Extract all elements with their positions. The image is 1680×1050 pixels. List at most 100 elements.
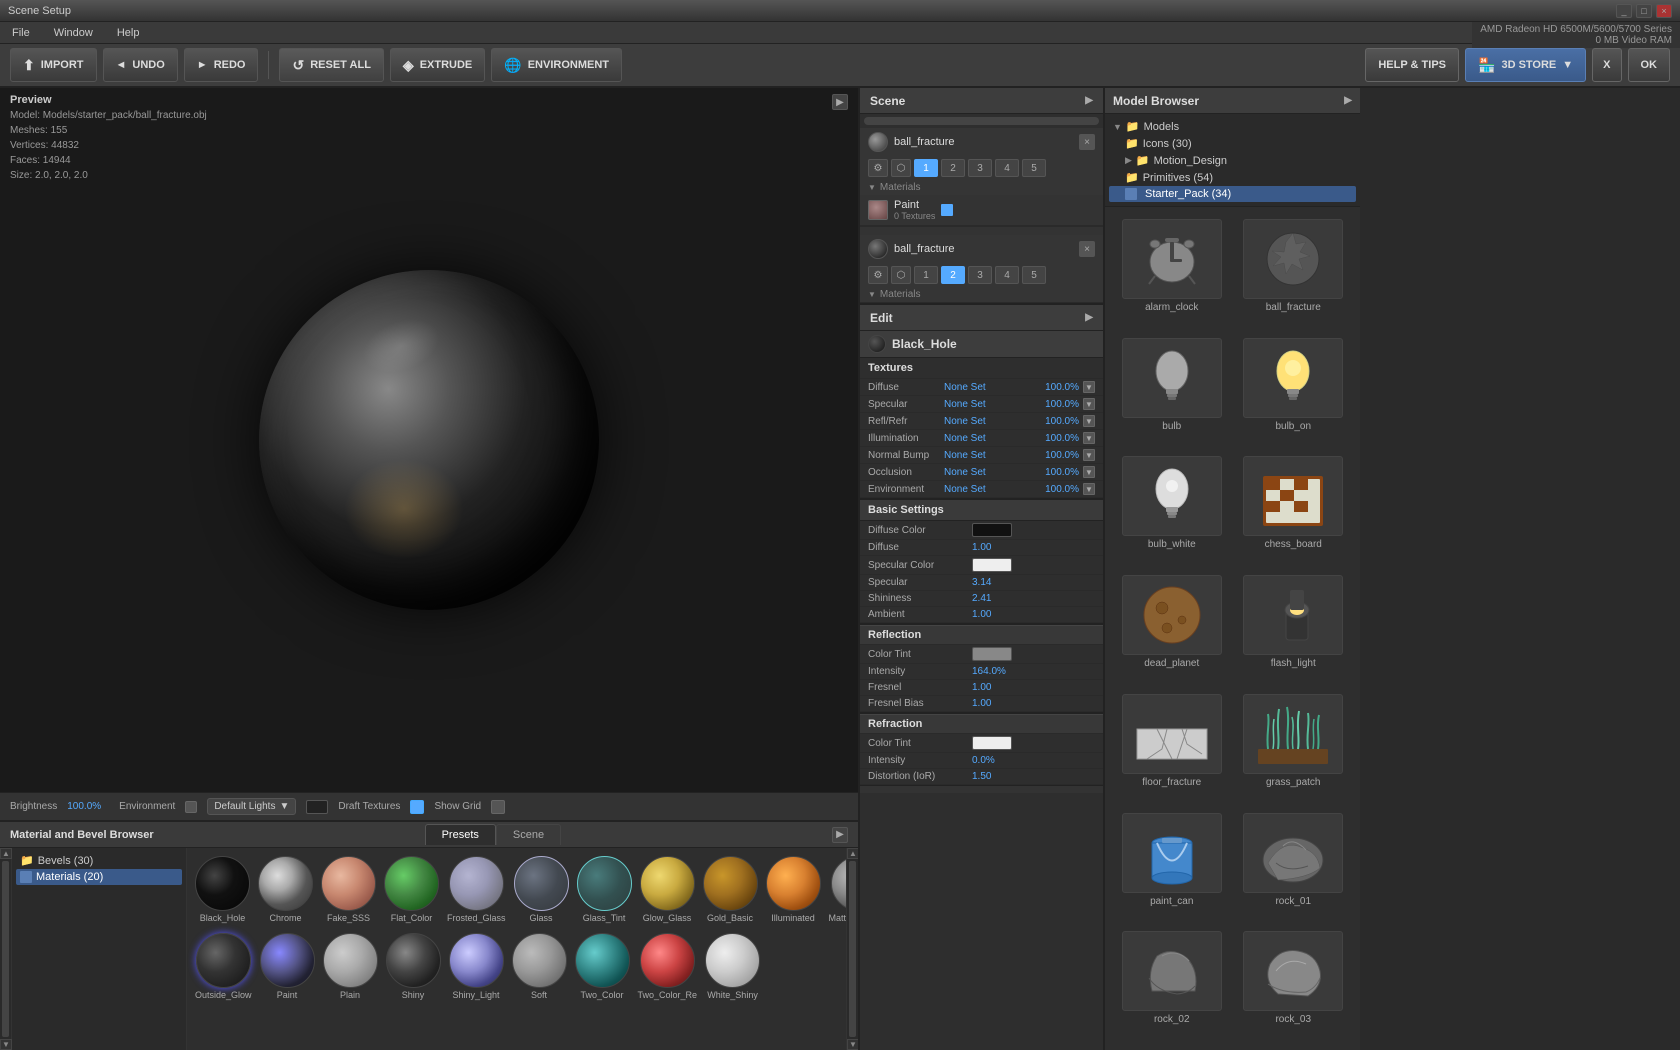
mat-item-glass-tint[interactable]: Glass_Tint xyxy=(577,856,632,923)
mat-item-frosted-glass[interactable]: Frosted_Glass xyxy=(447,856,506,923)
setting-value-distortion[interactable]: 1.50 xyxy=(972,771,991,782)
scroll-thumb[interactable] xyxy=(2,861,9,1037)
scene-expand-button[interactable]: ▶ xyxy=(1085,95,1093,106)
model-item-rock-03[interactable]: rock_03 xyxy=(1235,927,1353,1042)
model-item-grass-patch[interactable]: grass_patch xyxy=(1235,690,1353,805)
color-preview[interactable] xyxy=(306,800,328,814)
materials-section-label-2[interactable]: Materials xyxy=(860,287,1103,302)
reflection-color-swatch[interactable] xyxy=(972,647,1012,661)
mat-item-flat-color[interactable]: Flat_Color xyxy=(384,856,439,923)
texture-menu-occlusion[interactable]: ▼ xyxy=(1083,466,1095,478)
scene-tab-2[interactable]: 2 xyxy=(941,159,965,177)
redo-button[interactable]: ► REDO xyxy=(184,48,259,82)
tree-primitives[interactable]: 📁 Primitives (54) xyxy=(1109,169,1356,186)
texture-pct-normal-bump[interactable]: 100.0% xyxy=(1039,450,1079,461)
refraction-color-swatch[interactable] xyxy=(972,736,1012,750)
model-item-bulb[interactable]: bulb xyxy=(1113,334,1231,449)
minimize-button[interactable]: _ xyxy=(1616,4,1632,18)
x-button[interactable]: X xyxy=(1592,48,1621,82)
mat-item-two-color-re[interactable]: Two_Color_Re xyxy=(638,933,698,1000)
mat-item-white-shiny[interactable]: White_Shiny xyxy=(705,933,760,1000)
mat-item-paint[interactable]: Paint xyxy=(260,933,315,1000)
texture-value-normal-bump[interactable]: None Set xyxy=(944,450,1035,461)
diffuse-color-swatch[interactable] xyxy=(972,523,1012,537)
show-grid-toggle[interactable] xyxy=(491,800,505,814)
texture-value-illumination[interactable]: None Set xyxy=(944,433,1035,444)
scroll-down-arrow[interactable]: ▼ xyxy=(0,1039,12,1050)
texture-value-environment[interactable]: None Set xyxy=(944,484,1035,495)
edit-expand-button[interactable]: ▶ xyxy=(1085,312,1093,323)
help-tips-button[interactable]: HELP & TIPS xyxy=(1365,48,1459,82)
texture-value-refl[interactable]: None Set xyxy=(944,416,1035,427)
scene-tab-mesh-icon[interactable]: ⬡ xyxy=(891,159,911,177)
folder-bevels[interactable]: 📁 Bevels (30) xyxy=(16,852,182,869)
mat-item-shiny[interactable]: Shiny xyxy=(386,933,441,1000)
reset-all-button[interactable]: ↺ RESET ALL xyxy=(279,48,383,82)
setting-value-shininess[interactable]: 2.41 xyxy=(972,593,991,604)
mat-item-matte-shadow[interactable]: Matte_Shadow xyxy=(829,856,846,923)
import-button[interactable]: ⬆ IMPORT xyxy=(10,48,97,82)
model-item-paint-can[interactable]: paint_can xyxy=(1113,809,1231,924)
model-item-bulb-on[interactable]: bulb_on xyxy=(1235,334,1353,449)
mat-item-soft[interactable]: Soft xyxy=(512,933,567,1000)
texture-value-diffuse[interactable]: None Set xyxy=(944,382,1035,393)
mat-item-glass[interactable]: Glass xyxy=(514,856,569,923)
materials-section-label[interactable]: Materials xyxy=(860,180,1103,195)
extrude-button[interactable]: ◈ EXTRUDE xyxy=(390,48,485,82)
scroll-grid-up[interactable]: ▲ xyxy=(847,848,858,859)
model-item-ball-fracture[interactable]: ball_fracture xyxy=(1235,215,1353,330)
undo-button[interactable]: ◄ UNDO xyxy=(103,48,178,82)
tree-starter-pack[interactable]: Starter_Pack (34) xyxy=(1109,186,1356,202)
mat-item-gold-basic[interactable]: Gold_Basic xyxy=(703,856,758,923)
scene-tab-3[interactable]: 3 xyxy=(968,159,992,177)
model-item-floor-fracture[interactable]: floor_fracture xyxy=(1113,690,1231,805)
scene-tab-4[interactable]: 4 xyxy=(995,159,1019,177)
tab-presets[interactable]: Presets xyxy=(425,824,496,845)
scene-node2-tab-1[interactable]: 1 xyxy=(914,266,938,284)
scene-node2-tab-4[interactable]: 4 xyxy=(995,266,1019,284)
texture-menu-illumination[interactable]: ▼ xyxy=(1083,432,1095,444)
texture-pct-illumination[interactable]: 100.0% xyxy=(1039,433,1079,444)
setting-value-ambient[interactable]: 1.00 xyxy=(972,609,991,620)
folder-materials[interactable]: Materials (20) xyxy=(16,869,182,885)
setting-value-fresnel-bias[interactable]: 1.00 xyxy=(972,698,991,709)
scroll-grid-down[interactable]: ▼ xyxy=(847,1039,858,1050)
mat-item-chrome[interactable]: Chrome xyxy=(258,856,313,923)
mat-item-black-hole[interactable]: Black_Hole xyxy=(195,856,250,923)
mat-item-shiny-light[interactable]: Shiny_Light xyxy=(449,933,504,1000)
menu-window[interactable]: Window xyxy=(50,25,97,41)
scene-tab-settings-icon[interactable]: ⚙ xyxy=(868,159,888,177)
scene-node2-settings-icon[interactable]: ⚙ xyxy=(868,266,888,284)
setting-value-refraction-intensity[interactable]: 0.0% xyxy=(972,755,995,766)
texture-value-occlusion[interactable]: None Set xyxy=(944,467,1035,478)
model-item-dead-planet[interactable]: dead_planet xyxy=(1113,571,1231,686)
lights-dropdown[interactable]: Default Lights ▼ xyxy=(207,798,296,815)
preview-expand-button[interactable]: ▶ xyxy=(832,94,848,110)
specular-color-swatch[interactable] xyxy=(972,558,1012,572)
texture-menu-diffuse[interactable]: ▼ xyxy=(1083,381,1095,393)
ok-button[interactable]: OK xyxy=(1628,48,1671,82)
scene-node2-tab-2[interactable]: 2 xyxy=(941,266,965,284)
scene-tab-5[interactable]: 5 xyxy=(1022,159,1046,177)
setting-value-specular[interactable]: 3.14 xyxy=(972,577,991,588)
texture-pct-specular[interactable]: 100.0% xyxy=(1039,399,1079,410)
maximize-button[interactable]: □ xyxy=(1636,4,1652,18)
setting-value-reflection-intensity[interactable]: 164.0% xyxy=(972,666,1006,677)
scene-node2-tab-5[interactable]: 5 xyxy=(1022,266,1046,284)
texture-pct-occlusion[interactable]: 100.0% xyxy=(1039,467,1079,478)
model-browser-expand[interactable]: ▶ xyxy=(1344,95,1352,106)
draft-textures-toggle[interactable] xyxy=(410,800,424,814)
scroll-grid-thumb[interactable] xyxy=(849,861,856,1037)
scene-node2-tab-3[interactable]: 3 xyxy=(968,266,992,284)
3dstore-button[interactable]: 🏪 3D STORE ▼ xyxy=(1465,48,1586,82)
tree-models[interactable]: ▼ 📁 Models xyxy=(1109,118,1356,135)
model-item-flash-light[interactable]: flash_light xyxy=(1235,571,1353,686)
setting-value-fresnel[interactable]: 1.00 xyxy=(972,682,991,693)
texture-value-specular[interactable]: None Set xyxy=(944,399,1035,410)
scene-scroll-thumb[interactable] xyxy=(864,117,1099,125)
mat-item-illuminated[interactable]: Illuminated xyxy=(766,856,821,923)
texture-menu-normal-bump[interactable]: ▼ xyxy=(1083,449,1095,461)
texture-menu-environment[interactable]: ▼ xyxy=(1083,483,1095,495)
scene-node2-mesh-icon[interactable]: ⬡ xyxy=(891,266,911,284)
tree-icons[interactable]: 📁 Icons (30) xyxy=(1109,135,1356,152)
